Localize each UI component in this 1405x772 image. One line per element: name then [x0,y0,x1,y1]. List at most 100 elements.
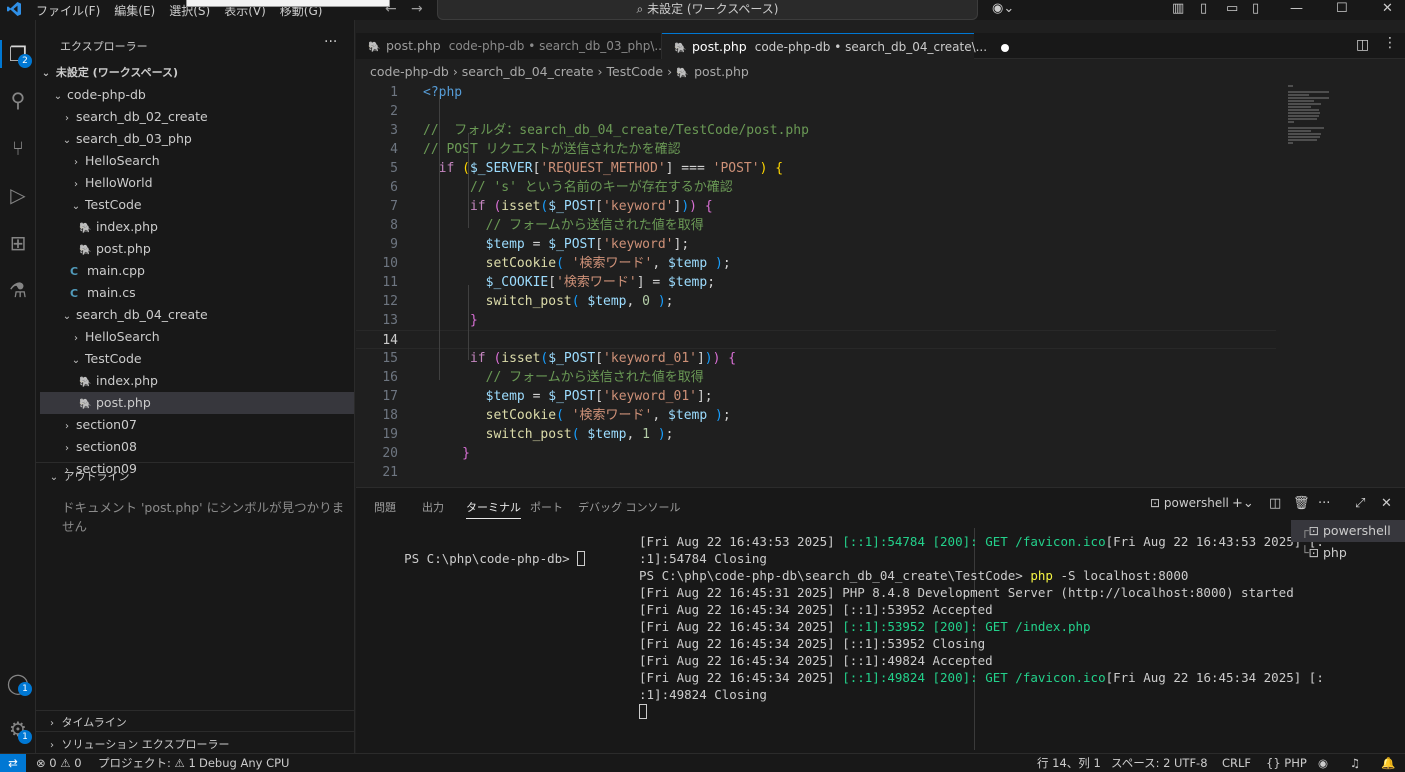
split-editor-icon[interactable]: ◫ [1356,37,1369,53]
solution-explorer-header[interactable]: › ソリューション エクスプローラー [46,736,229,752]
code-line[interactable]: 7 if (isset($_POST['keyword'])) { [356,197,1276,216]
menu-file[interactable]: ファイル(F) [36,2,100,19]
tree-item[interactable]: › HelloWorld [40,172,354,194]
tree-item[interactable]: › HelloSearch [40,326,354,348]
indentation[interactable]: スペース: 2 [1111,754,1170,772]
forward-arrow-icon[interactable]: → [411,1,423,17]
tree-item[interactable]: ⌄ search_db_03_php [40,128,354,150]
tab-post-php-03[interactable]: 🐘 post.php code-php-db • search_db_03_ph… [356,33,688,59]
code-line[interactable]: 6 // 's' という名前のキーが存在するか確認 [356,178,1276,197]
more-actions-icon[interactable]: ⋮ [1383,35,1397,51]
code-line[interactable]: 19 switch_post( $temp, 1 ); [356,425,1276,444]
source-control-icon[interactable]: ⑂ [6,136,30,160]
toggle-secondary-sidebar-icon[interactable]: ▯ [1252,1,1259,16]
split-terminal-icon[interactable]: ◫ [1269,496,1281,511]
tree-item[interactable]: 🐘 index.php [40,216,354,238]
code-line[interactable]: 18 setCookie( '検索ワード', $temp ); [356,406,1276,425]
terminal-selector[interactable]: ⊡ powershell [1150,496,1229,510]
language-mode[interactable]: {} PHP [1266,754,1307,772]
code-line[interactable]: 17 $temp = $_POST['keyword_01']; [356,387,1276,406]
code-line[interactable]: 13 } [356,311,1276,330]
bell-icon[interactable]: 🔔 [1381,754,1395,772]
extensions-icon[interactable]: ⊞ [6,231,30,255]
breadcrumb-item[interactable]: TestCode [607,64,664,79]
run-debug-icon[interactable]: ▷ [6,183,30,207]
code-line[interactable]: 16 // フォームから送信された値を取得 [356,368,1276,387]
close-window-icon[interactable]: ✕ [1382,1,1393,16]
copilot-status-icon[interactable]: ◉ [1318,754,1328,772]
tab-output[interactable]: 出力 [422,499,444,515]
back-arrow-icon[interactable]: ← [385,1,397,17]
breadcrumb-item[interactable]: post.php [694,64,749,79]
code-line[interactable]: 1 <?php [356,83,1276,102]
breadcrumb-item[interactable]: search_db_04_create [462,64,594,79]
tree-item[interactable]: › HelloSearch [40,150,354,172]
tab-ports[interactable]: ポート [530,499,563,515]
tree-item[interactable]: › section07 [40,414,354,436]
more-actions-icon[interactable]: ··· [1318,496,1330,511]
code-line[interactable]: 21 [356,463,1276,482]
tree-item[interactable]: › search_db_02_create [40,106,354,128]
more-actions-icon[interactable]: ··· [324,34,337,50]
code-line[interactable]: 3 // フォルダ：search_db_04_create/TestCode/po… [356,121,1276,140]
line-ending[interactable]: CRLF [1222,754,1251,772]
tree-item[interactable]: ⌄ search_db_04_create [40,304,354,326]
tree-item[interactable]: ⌄ TestCode [40,194,354,216]
cursor-position[interactable]: 行 14、列 1 [1037,754,1101,772]
outline-header[interactable]: ⌄ アウトライン [48,468,130,484]
problems-status[interactable]: ⊗ 0 ⚠ 0 [36,754,82,772]
code-line[interactable]: 9 $temp = $_POST['keyword']; [356,235,1276,254]
minimize-icon[interactable]: — [1290,1,1303,16]
tree-item[interactable]: 🐘 post.php [40,238,354,260]
workspace-header[interactable]: ⌄ 未設定 (ワークスペース) [40,62,354,84]
tree-item[interactable]: Cmain.cpp [40,260,354,282]
project-status[interactable]: プロジェクト: ⚠ 1 [98,754,196,772]
code-editor[interactable]: 1 <?php 2 3 // フォルダ：search_db_04_create/Test… [356,83,1296,486]
tree-item[interactable]: ⌄ code-php-db [40,84,354,106]
code-line[interactable]: 5 if ($_SERVER['REQUEST_METHOD'] === 'PO… [356,159,1276,178]
code-line[interactable]: 15 if (isset($_POST['keyword_01'])) { [356,349,1276,368]
code-line[interactable]: 10 setCookie( '検索ワード', $temp ); [356,254,1276,273]
remote-icon[interactable]: ⇄ [0,754,26,772]
notifications-icon[interactable]: ♫ [1350,754,1360,772]
menu-edit[interactable]: 編集(E) [114,2,155,19]
code-line[interactable]: 11 $_COOKIE['検索ワード'] = $temp; [356,273,1276,292]
code-line[interactable]: 12 switch_post( $temp, 0 ); [356,292,1276,311]
tab-post-php-04[interactable]: 🐘 post.php code-php-db • search_db_04_cr… [662,33,1010,59]
code-line[interactable]: 14 [356,330,1276,349]
tree-item[interactable]: Cmain.cs [40,282,354,304]
breadcrumb-item[interactable]: code-php-db [370,64,449,79]
code-line[interactable]: 4 // POST リクエストが送信されたかを確認 [356,140,1276,159]
code-line[interactable]: 2 [356,102,1276,121]
code-line[interactable]: 20 } [356,444,1276,463]
toggle-panel-icon[interactable]: ▭ [1226,1,1238,16]
trash-icon[interactable]: 🗑 [1293,496,1310,511]
tree-item[interactable]: 🐘 post.php [40,392,354,414]
toggle-sidebar-icon[interactable]: ▯ [1200,1,1207,16]
code-line[interactable]: 8 // フォームから送信された値を取得 [356,216,1276,235]
terminal-left-pane[interactable]: PS C:\php\code-php-db> [374,533,586,584]
terminal-item-powershell[interactable]: ┌⊡ powershell [1291,520,1405,542]
copilot-icon[interactable]: ◉⌄ [992,1,1014,16]
terminal-item-php[interactable]: └⊡ php [1291,542,1405,564]
minimap[interactable] [1286,83,1356,163]
search-view-icon[interactable]: ⚲ [6,88,30,112]
new-terminal-plus-icon[interactable]: +⌄ [1232,496,1254,511]
terminal-right-pane[interactable]: [Fri Aug 22 16:43:53 2025] [::1]:54784 [… [639,533,1324,720]
tree-item[interactable]: › section08 [40,436,354,458]
encoding[interactable]: UTF-8 [1174,754,1208,772]
tree-item[interactable]: 🐘 index.php [40,370,354,392]
tab-terminal[interactable]: ターミナル [466,499,521,519]
tab-problems[interactable]: 問題 [374,499,396,515]
tree-item[interactable]: ⌄ TestCode [40,348,354,370]
debug-config[interactable]: Debug Any CPU [199,754,289,772]
unsaved-dot-icon[interactable] [1001,43,1010,52]
tab-debug-console[interactable]: デバッグ コンソール [578,499,681,515]
timeline-header[interactable]: › タイムライン [46,714,127,730]
command-center-search[interactable]: ⌕ 未設定 (ワークスペース) [437,0,978,20]
maximize-panel-icon[interactable]: ⤢ [1355,496,1365,511]
customize-layout-icon[interactable]: ▥ [1172,1,1184,16]
close-panel-icon[interactable]: ✕ [1381,496,1392,511]
testing-icon[interactable]: ⚗ [6,278,30,302]
maximize-icon[interactable]: ☐ [1336,1,1348,16]
